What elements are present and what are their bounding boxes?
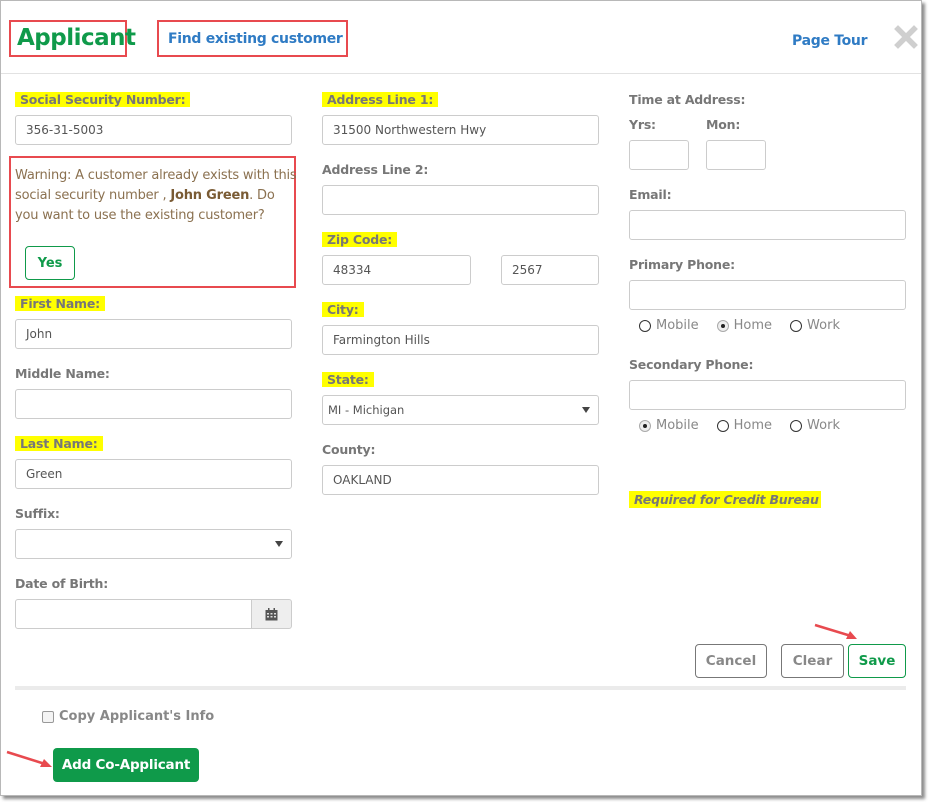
state-select[interactable]: MI - Michigan xyxy=(322,395,599,425)
chevron-down-icon xyxy=(582,407,590,413)
address1-input[interactable]: 31500 Northwestern Hwy xyxy=(322,115,599,145)
primary-phone-mobile-option[interactable]: Mobile xyxy=(639,318,699,333)
radio-mobile[interactable] xyxy=(639,419,651,432)
radio-work[interactable] xyxy=(790,419,803,432)
zip-ext-input[interactable]: 2567 xyxy=(501,255,599,285)
email-input[interactable] xyxy=(629,210,906,240)
dialog-header: Applicant Find existing customer Page To… xyxy=(1,1,921,74)
existing-customer-warning: Warning: A customer already exists with … xyxy=(9,156,297,288)
secondary-phone-input[interactable] xyxy=(629,380,906,410)
cancel-button[interactable]: Cancel xyxy=(695,644,767,678)
copy-applicant-info-option[interactable]: Copy Applicant's Info xyxy=(42,709,214,724)
page-title: Applicant xyxy=(17,25,136,51)
copy-applicant-info-label: Copy Applicant's Info xyxy=(59,709,215,724)
ssn-input[interactable]: 356-31-5003 xyxy=(15,115,292,145)
copy-applicant-info-checkbox[interactable] xyxy=(42,710,54,723)
years-input[interactable] xyxy=(629,140,689,170)
email-label: Email: xyxy=(629,187,672,202)
suffix-select[interactable] xyxy=(15,529,292,559)
zip-label: Zip Code: xyxy=(322,232,398,247)
annotation-arrow-icon xyxy=(814,623,857,639)
secondary-phone-work-option[interactable]: Work xyxy=(790,418,840,433)
primary-phone-label: Primary Phone: xyxy=(629,257,735,272)
county-label: County: xyxy=(322,442,376,457)
years-label: Yrs: xyxy=(629,117,656,132)
radio-label: Home xyxy=(733,418,773,433)
secondary-phone-mobile-option[interactable]: Mobile xyxy=(639,418,699,433)
required-for-credit-bureau-note: Required for Credit Bureau xyxy=(629,491,821,508)
address2-label: Address Line 2: xyxy=(322,162,429,177)
primary-phone-type-group: Mobile Home Work xyxy=(639,318,858,333)
primary-phone-work-option[interactable]: Work xyxy=(790,318,840,333)
footer-divider xyxy=(15,686,906,690)
radio-label: Work xyxy=(807,318,840,333)
address2-input[interactable] xyxy=(322,185,599,215)
state-value: MI - Michigan xyxy=(328,403,405,417)
use-existing-yes-button[interactable]: Yes xyxy=(25,246,75,280)
zip-input[interactable]: 48334 xyxy=(322,255,471,285)
months-label: Mon: xyxy=(706,117,741,132)
annotation-arrow-icon xyxy=(6,750,52,767)
add-co-applicant-button[interactable]: Add Co-Applicant xyxy=(53,748,199,782)
primary-phone-input[interactable] xyxy=(629,280,906,310)
dob-input[interactable] xyxy=(15,599,252,629)
address1-label: Address Line 1: xyxy=(322,92,439,107)
warning-message: Warning: A customer already exists with … xyxy=(15,166,297,226)
city-label: City: xyxy=(322,302,364,317)
secondary-phone-home-option[interactable]: Home xyxy=(716,418,773,433)
radio-label: Work xyxy=(807,418,840,433)
radio-mobile[interactable] xyxy=(639,319,651,332)
applicant-dialog: Applicant Find existing customer Page To… xyxy=(0,0,922,796)
state-label: State: xyxy=(322,372,374,387)
radio-label: Mobile xyxy=(656,418,699,433)
ssn-label: Social Security Number: xyxy=(15,92,191,107)
secondary-phone-type-group: Mobile Home Work xyxy=(639,418,858,433)
city-input[interactable]: Farmington Hills xyxy=(322,325,599,355)
close-icon[interactable] xyxy=(894,25,918,49)
calendar-button[interactable] xyxy=(251,599,292,629)
months-input[interactable] xyxy=(706,140,766,170)
county-input[interactable]: OAKLAND xyxy=(322,465,599,495)
find-customer-highlight-box: Find existing customer xyxy=(157,20,348,57)
last-name-label: Last Name: xyxy=(15,436,103,451)
radio-home[interactable] xyxy=(716,419,729,432)
page-tour-link[interactable]: Page Tour xyxy=(792,33,868,49)
radio-label: Home xyxy=(733,318,773,333)
time-at-address-label: Time at Address: xyxy=(629,92,746,107)
middle-name-input[interactable] xyxy=(15,389,292,419)
radio-home[interactable] xyxy=(716,319,729,332)
calendar-icon xyxy=(265,607,278,620)
primary-phone-home-option[interactable]: Home xyxy=(716,318,773,333)
dob-label: Date of Birth: xyxy=(15,576,109,591)
warning-customer-name: John Green xyxy=(170,188,250,203)
radio-label: Mobile xyxy=(656,318,699,333)
radio-work[interactable] xyxy=(790,319,803,332)
chevron-down-icon xyxy=(275,541,283,547)
clear-button[interactable]: Clear xyxy=(781,644,844,678)
secondary-phone-label: Secondary Phone: xyxy=(629,357,754,372)
save-button[interactable]: Save xyxy=(848,644,906,678)
first-name-label: First Name: xyxy=(15,296,105,311)
title-highlight-box: Applicant xyxy=(9,20,136,57)
find-existing-customer-link[interactable]: Find existing customer xyxy=(168,31,343,47)
first-name-input[interactable]: John xyxy=(15,319,292,349)
suffix-label: Suffix: xyxy=(15,506,60,521)
middle-name-label: Middle Name: xyxy=(15,366,110,381)
last-name-input[interactable]: Green xyxy=(15,459,292,489)
